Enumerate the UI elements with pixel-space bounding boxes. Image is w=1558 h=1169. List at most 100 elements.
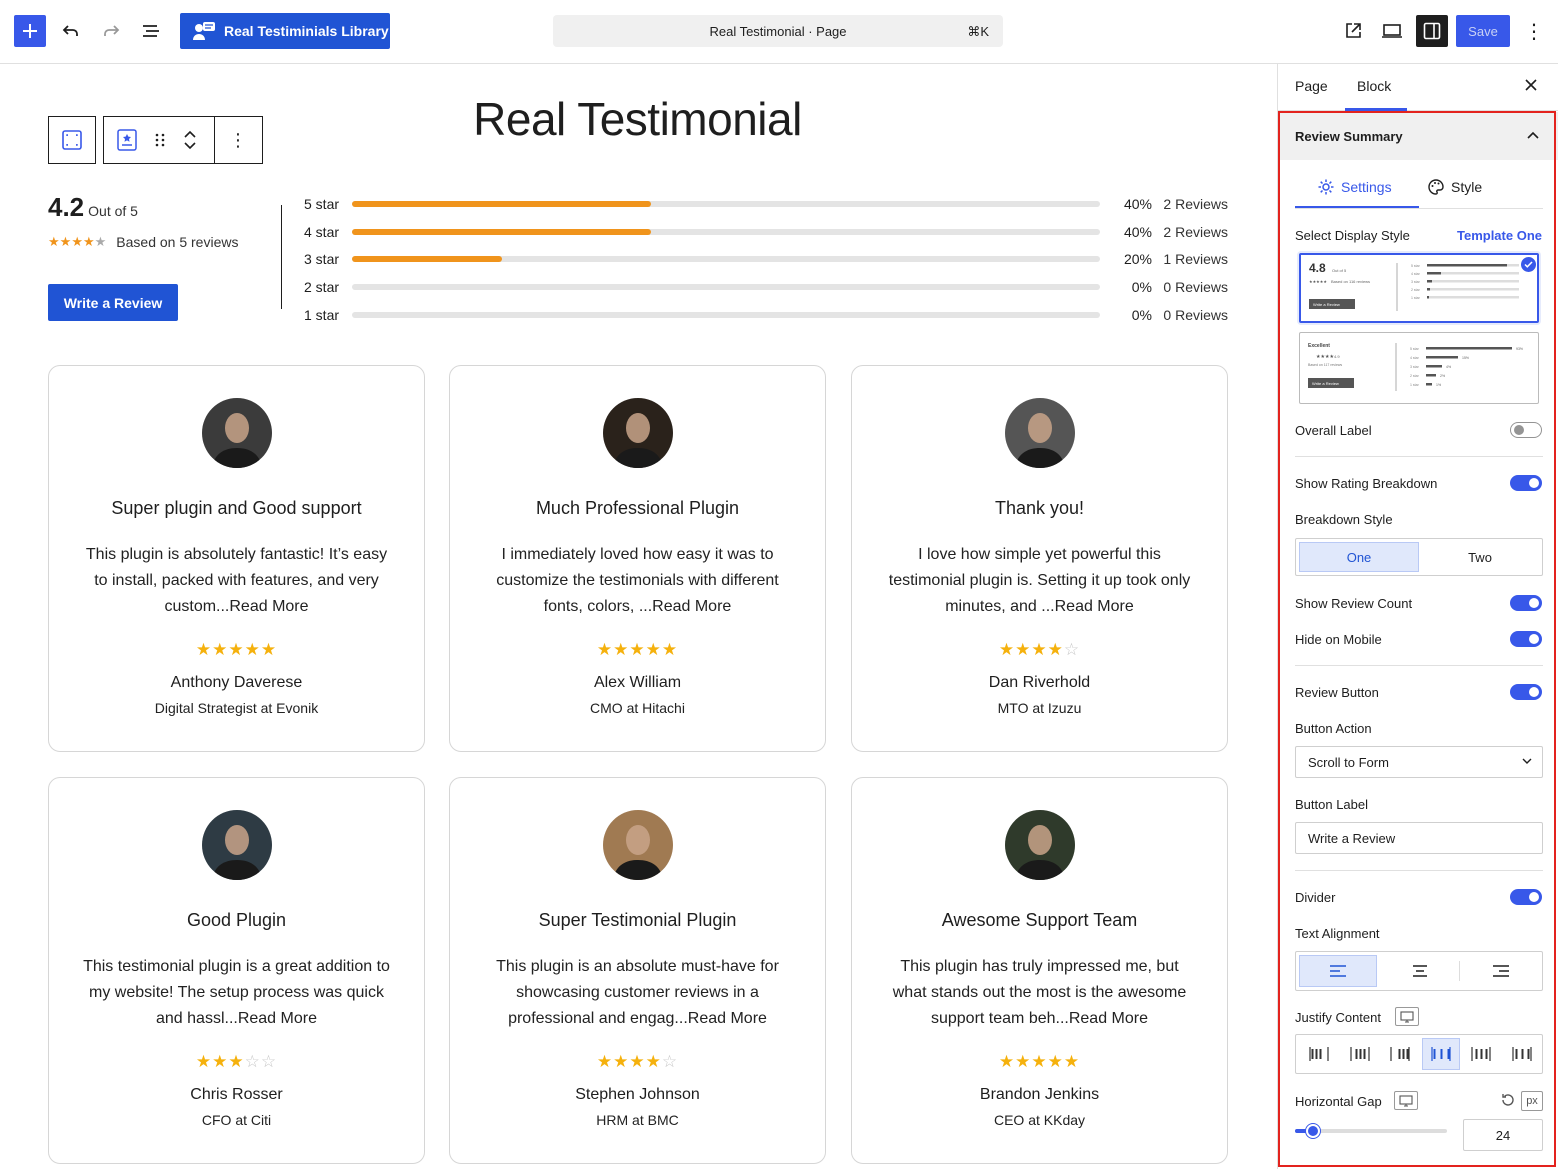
review-summary-block-button[interactable] [104,117,150,163]
move-up-icon[interactable] [183,130,197,140]
testimonial-card[interactable]: Awesome Support Team This plugin has trul… [851,777,1228,1164]
star-filled-icon: ★ [1031,640,1048,659]
close-sidebar-button[interactable] [1524,76,1538,97]
based-on-label: Based on 5 reviews [116,234,239,250]
testimonial-card[interactable]: Good Plugin This testimonial plugin is a … [48,777,425,1164]
star-filled-icon: ★ [1015,640,1032,659]
reviewer-role: MTO at Izuzu [997,700,1082,716]
breakdown-label: 1 star [304,307,340,323]
star-filled-icon: ★ [228,640,245,659]
star-filled-icon: ★ [1063,1052,1081,1071]
drag-handle[interactable] [150,117,170,163]
plus-icon [23,24,37,38]
reviewer-name: Alex William [593,674,682,691]
breakdown-bar [352,312,1100,318]
tab-page[interactable]: Page [1295,78,1328,94]
redo-button[interactable] [96,16,126,46]
highlight-frame [1278,111,1556,1167]
testimonial-card[interactable]: Super plugin and Good support This plugin… [48,365,425,752]
star-filled-icon: ★ [613,640,630,659]
redo-icon [104,25,120,36]
testimonial-title: Super Testimonial Plugin [538,910,737,930]
avatar [202,398,272,468]
sidebar-icon [1423,22,1441,40]
star-filled-icon: ★ [998,640,1016,659]
testimonial-text: This testimonial plugin is a great addit… [83,958,390,1027]
star-rating: ★★★★★ [48,234,106,250]
testimonial-card[interactable]: Super Testimonial Plugin This plugin is a… [449,777,826,1164]
undo-icon [62,25,78,36]
testimonial-card[interactable]: Much Professional Plugin I immediately lo… [449,365,826,752]
testimonial-library-icon [193,22,215,40]
breakdown-bar [352,229,1100,235]
breakdown-row: 1 star 0% 0 Reviews [304,305,1228,325]
average-stars: ★★★★★ Based on 5 reviews [48,234,238,250]
vertical-ellipsis-icon: ⋮ [1524,20,1544,43]
reviewer-name: Brandon Jenkins [979,1086,1100,1103]
star-filled-icon: ★ [1031,1052,1048,1071]
star-rating: ★★★★★ [450,640,825,660]
undo-button[interactable] [56,16,86,46]
add-block-button[interactable] [14,15,46,47]
breakdown-bar-fill [352,256,502,262]
testimonial-title: Super plugin and Good support [111,498,362,518]
breakdown-count: 1 Reviews [1163,251,1228,267]
vertical-ellipsis-icon: ⋮ [229,129,247,150]
editor-canvas: ⋮ Real Testimonial 4.2 Out of 5 ★★★★★ Ba… [0,64,1277,1169]
star-empty-icon: ☆ [244,1052,261,1071]
breakdown-label: 3 star [304,251,340,267]
block-type-icon [62,130,82,150]
star-filled-icon: ★ [1047,640,1064,659]
breakdown-count: 2 Reviews [1163,224,1228,240]
write-review-button[interactable]: Write a Review [48,284,178,321]
options-menu-button[interactable]: ⋮ [1520,16,1548,46]
preview-button[interactable] [1377,16,1407,46]
block-options-button[interactable]: ⋮ [215,117,261,163]
save-button[interactable]: Save [1456,15,1510,47]
star-filled-icon: ★ [613,1052,630,1071]
summary-divider [281,205,282,309]
move-down-icon[interactable] [183,140,197,150]
avatar [603,398,673,468]
star-empty-icon: ☆ [661,1052,679,1071]
testimonial-text: I love how simple yet powerful this test… [888,546,1191,615]
close-icon [1525,79,1537,91]
testimonials-library-button[interactable]: Real Testiminials Library [180,13,390,49]
library-label: Real Testiminials Library [224,23,389,39]
star-rating: ★★★★★ [852,1052,1227,1072]
command-palette-button[interactable]: Real Testimonial · Page ⌘K [553,15,1003,47]
star-filled-icon: ★ [195,640,213,659]
star-rating: ★★★★★ [49,640,424,660]
drag-handle-icon [155,133,165,147]
avatar [202,810,272,880]
breakdown-percent: 0% [1131,279,1152,295]
breakdown-row: 3 star 20% 1 Reviews [304,249,1228,269]
star-filled-icon: ★ [1015,1052,1032,1071]
breakdown-bar-fill [352,229,652,235]
tab-block[interactable]: Block [1357,78,1391,94]
star-filled-icon: ★ [629,1052,646,1071]
star-filled-icon: ★ [645,1052,662,1071]
reviewer-name: Dan Riverhold [988,674,1091,691]
star-empty-icon: ☆ [260,1052,278,1071]
document-overview-button[interactable] [136,16,166,46]
block-parent-selector[interactable] [48,116,96,164]
star-icon: ★ [94,234,107,249]
testimonial-card[interactable]: Thank you! I love how simple yet powerful… [851,365,1228,752]
external-link-icon [1346,23,1361,38]
breakdown-count: 2 Reviews [1163,196,1228,212]
star-filled-icon: ★ [212,1052,229,1071]
star-empty-icon: ☆ [1063,640,1081,659]
view-page-button[interactable] [1338,16,1368,46]
breakdown-row: 4 star 40% 2 Reviews [304,222,1228,242]
page-title[interactable]: Real Testimonial [400,92,875,146]
move-block-controls [170,117,210,163]
breakdown-bar [352,256,1100,262]
reviewer-name: Anthony Daverese [170,674,303,691]
sidebar-tabs: Page Block [1278,64,1558,111]
star-filled-icon: ★ [195,1052,213,1071]
testimonial-text: This plugin is absolutely fantastic! It’… [85,546,388,615]
star-filled-icon: ★ [212,640,229,659]
settings-sidebar-toggle[interactable] [1416,15,1448,47]
testimonial-title: Much Professional Plugin [535,498,740,518]
